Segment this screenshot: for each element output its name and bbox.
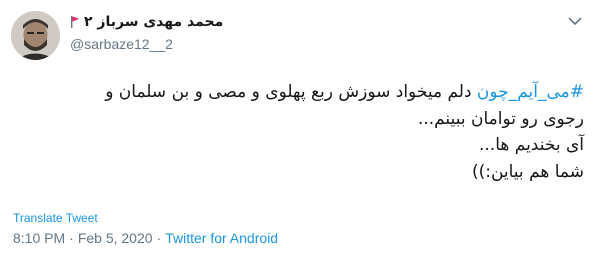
tweet-line-4: شما هم بیاین:)) bbox=[471, 161, 584, 182]
tweet-text: #می_آیم_چون دلم میخواد سوزش ربع پهلوی و … bbox=[10, 79, 584, 185]
meta-separator-2: · bbox=[156, 230, 162, 246]
tweet-line-1-text: دلم میخواد سوزش ربع پهلوی و مصی و بن سلم… bbox=[105, 82, 477, 102]
tweet-line-2: رجوی رو توامان ببینم... bbox=[417, 108, 584, 129]
tweet-source-link[interactable]: Twitter for Android bbox=[165, 230, 278, 246]
display-name-row: محمد مهدی سرباز ۲ bbox=[70, 12, 310, 32]
chevron-down-icon bbox=[568, 17, 582, 25]
author-names[interactable]: محمد مهدی سرباز ۲ @sarbaze12__2 bbox=[70, 12, 310, 54]
tweet-metadata: 8:10 PM · Feb 5, 2020 · Twitter for Android bbox=[13, 229, 278, 247]
display-name[interactable]: محمد مهدی سرباز ۲ bbox=[84, 14, 223, 30]
meta-separator: · bbox=[69, 230, 74, 246]
tweet-line-3: آی بخندیم ها... bbox=[479, 135, 584, 155]
tweet-time[interactable]: 8:10 PM bbox=[13, 230, 65, 246]
avatar[interactable] bbox=[11, 11, 60, 60]
tweet-menu-button[interactable] bbox=[566, 14, 584, 28]
avatar-photo bbox=[11, 11, 60, 60]
flag-icon bbox=[71, 16, 79, 28]
tweet-date[interactable]: Feb 5, 2020 bbox=[78, 230, 153, 246]
username-handle[interactable]: @sarbaze12__2 bbox=[70, 34, 310, 54]
tweet-card: محمد مهدی سرباز ۲ @sarbaze12__2 #می_آیم_… bbox=[0, 0, 596, 259]
translate-tweet-link[interactable]: Translate Tweet bbox=[13, 211, 98, 225]
hashtag-link[interactable]: #می_آیم_چون bbox=[477, 82, 584, 102]
tweet-line-1: #می_آیم_چون دلم میخواد سوزش ربع پهلوی و … bbox=[10, 79, 584, 106]
